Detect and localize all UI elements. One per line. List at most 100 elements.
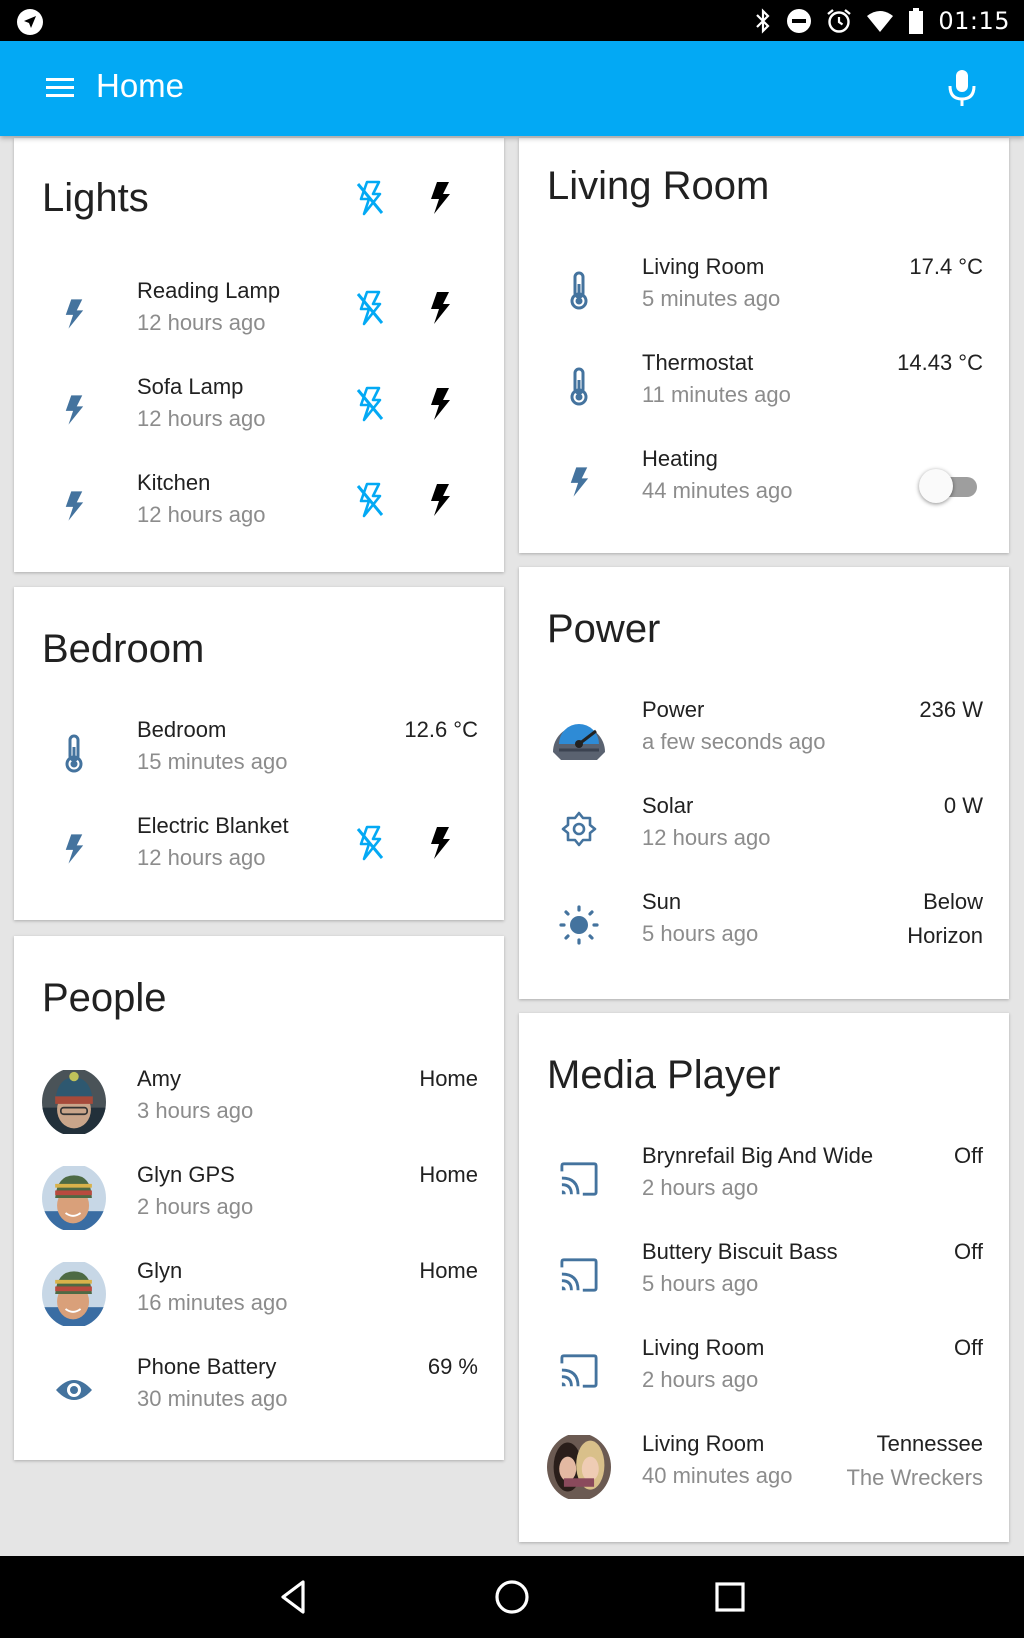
- brightness-icon: [561, 811, 597, 847]
- thermometer-icon: [62, 733, 86, 773]
- state-icon: [547, 797, 611, 861]
- entity-last-changed: 12 hours ago: [137, 310, 266, 335]
- avatar-container: [42, 1166, 106, 1230]
- alarm-icon: [827, 8, 852, 33]
- flash-icon: [428, 290, 452, 326]
- turn-off-button[interactable]: [348, 478, 392, 522]
- card-title: Power: [547, 607, 661, 651]
- state-icon: [42, 721, 106, 785]
- state-icon: [547, 1339, 611, 1403]
- back-icon[interactable]: [271, 1574, 317, 1620]
- list-item[interactable]: Reading Lamp 12 hours ago: [14, 262, 504, 358]
- media-artist: The Wreckers: [846, 1465, 983, 1490]
- state-icon: [547, 450, 611, 514]
- home-icon[interactable]: [489, 1574, 535, 1620]
- list-item[interactable]: Electric Blanket 12 hours ago: [14, 797, 504, 893]
- turn-off-button[interactable]: [348, 286, 392, 330]
- flash-icon: [568, 464, 590, 500]
- flash-icon: [428, 180, 452, 216]
- bluetooth-icon: [756, 7, 770, 34]
- cast-icon: [558, 1256, 600, 1294]
- people-card: People Amy 3 hours ago Home Glyn GPS 2 h…: [14, 936, 504, 1460]
- list-item[interactable]: Sofa Lamp 12 hours ago: [14, 358, 504, 454]
- entity-state: Off: [954, 1143, 983, 1168]
- entity-state: 0 W: [943, 793, 983, 818]
- flash-off-icon: [355, 482, 385, 518]
- entity-last-changed: 12 hours ago: [137, 845, 266, 870]
- all-lights-on-button[interactable]: [418, 176, 462, 220]
- list-item[interactable]: Heating 44 minutes ago: [519, 430, 1009, 526]
- entity-name: Power: [642, 697, 705, 722]
- list-item[interactable]: Brynrefail Big And Wide 2 hours ago Off: [519, 1127, 1009, 1223]
- entity-last-changed: 15 minutes ago: [137, 749, 288, 774]
- list-item[interactable]: Living Room 5 minutes ago 17.4 °C: [519, 238, 1009, 334]
- card-title: Lights: [42, 176, 149, 220]
- avatar: [42, 1262, 106, 1326]
- state-icon: [547, 258, 611, 322]
- flash-icon: [63, 488, 85, 524]
- entity-name: Living Room: [642, 254, 765, 279]
- entity-last-changed: 5 hours ago: [642, 921, 759, 946]
- entity-name: Phone Battery: [137, 1354, 277, 1379]
- list-item[interactable]: Glyn GPS 2 hours ago Home: [14, 1146, 504, 1242]
- list-item[interactable]: Phone Battery 30 minutes ago 69 %: [14, 1338, 504, 1434]
- entity-last-changed: 3 hours ago: [137, 1098, 254, 1123]
- avatar-container: [42, 1070, 106, 1134]
- microphone-icon[interactable]: [944, 67, 980, 109]
- recents-icon[interactable]: [707, 1574, 753, 1620]
- avatar: [42, 1166, 106, 1230]
- turn-on-button[interactable]: [418, 286, 462, 330]
- turn-off-button[interactable]: [348, 382, 392, 426]
- list-item[interactable]: Bedroom 15 minutes ago 12.6 °C: [14, 701, 504, 797]
- avatar-container: [42, 1262, 106, 1326]
- menu-icon[interactable]: [42, 71, 78, 105]
- entity-name: Buttery Biscuit Bass: [642, 1239, 838, 1264]
- turn-on-button[interactable]: [418, 821, 462, 865]
- list-item[interactable]: Buttery Biscuit Bass 5 hours ago Off: [519, 1223, 1009, 1319]
- entity-state: 69 %: [427, 1354, 478, 1379]
- turn-off-button[interactable]: [348, 821, 392, 865]
- entity-name: Living Room: [642, 1335, 765, 1360]
- status-bar: 01:15: [0, 0, 1024, 41]
- card-title: People: [42, 976, 167, 1020]
- living-room-card: Living Room Living Room 5 minutes ago 17…: [519, 138, 1009, 553]
- list-item[interactable]: Kitchen 12 hours ago: [14, 454, 504, 550]
- entity-name: Kitchen: [137, 470, 211, 495]
- flash-off-icon: [355, 386, 385, 422]
- cast-icon: [558, 1352, 600, 1390]
- state-icon: [42, 1358, 106, 1422]
- toggle-thumb: [919, 469, 953, 503]
- list-item[interactable]: Glyn 16 minutes ago Home: [14, 1242, 504, 1338]
- turn-on-button[interactable]: [418, 478, 462, 522]
- list-item[interactable]: Thermostat 11 minutes ago 14.43 °C: [519, 334, 1009, 430]
- entity-last-changed: 12 hours ago: [137, 406, 266, 431]
- person-name: Glyn GPS: [137, 1162, 235, 1187]
- list-item[interactable]: Amy 3 hours ago Home: [14, 1050, 504, 1146]
- entity-last-changed: 30 minutes ago: [137, 1386, 288, 1411]
- entity-name: Bedroom: [137, 717, 227, 742]
- entity-name: Thermostat: [642, 350, 754, 375]
- list-item[interactable]: Solar 12 hours ago 0 W: [519, 777, 1009, 873]
- entity-name: Sun: [642, 889, 682, 914]
- flash-icon: [428, 482, 452, 518]
- list-item[interactable]: Sun 5 hours ago Below Horizon: [519, 873, 1009, 969]
- list-item[interactable]: Living Room 40 minutes ago Tennessee The…: [519, 1415, 1009, 1511]
- state-icon: [547, 1147, 611, 1211]
- list-item[interactable]: Power a few seconds ago 236 W: [519, 681, 1009, 777]
- flash-off-icon: [355, 180, 385, 216]
- turn-on-button[interactable]: [418, 382, 462, 426]
- card-title: Media Player: [547, 1053, 781, 1097]
- avatar: [42, 1070, 106, 1134]
- all-lights-off-button[interactable]: [348, 176, 392, 220]
- person-state: Home: [419, 1162, 478, 1187]
- state-icon: [42, 474, 106, 538]
- flash-icon: [63, 831, 85, 867]
- entity-last-changed: 12 hours ago: [642, 825, 771, 850]
- person-state: Home: [419, 1066, 478, 1091]
- entity-name: Heating: [642, 446, 718, 471]
- list-item[interactable]: Living Room 2 hours ago Off: [519, 1319, 1009, 1415]
- heating-toggle[interactable]: [919, 468, 981, 504]
- eye-icon: [56, 1380, 92, 1400]
- person-name: Glyn: [137, 1258, 183, 1283]
- entity-state: Off: [954, 1239, 983, 1264]
